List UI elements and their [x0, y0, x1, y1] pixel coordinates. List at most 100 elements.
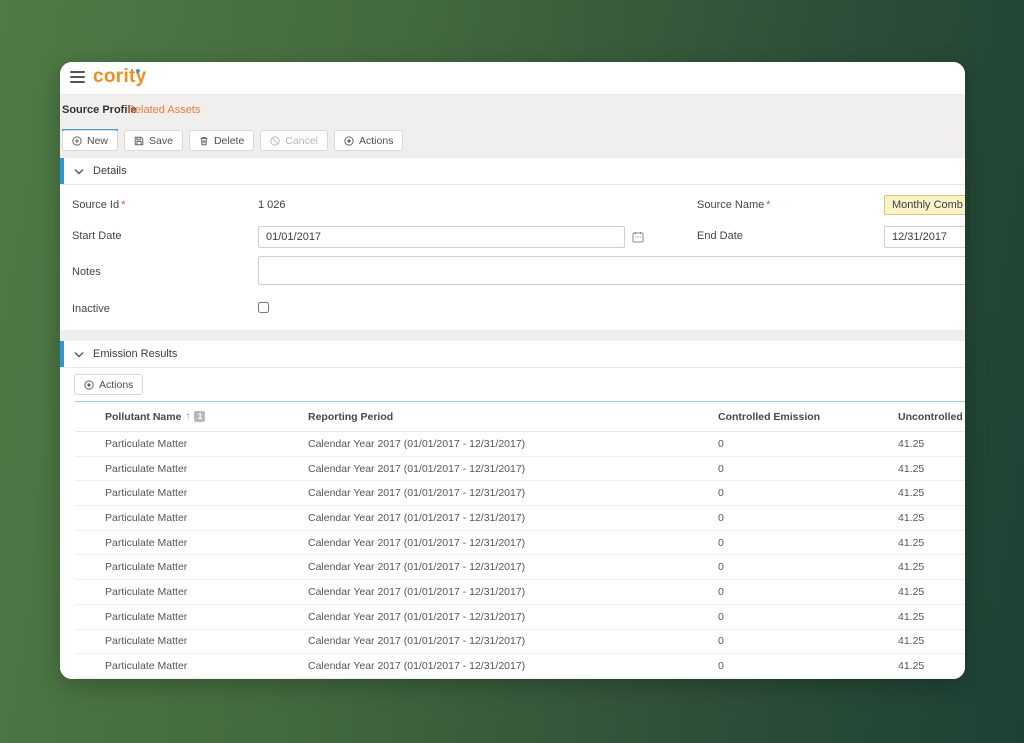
column-header-pollutant-name[interactable]: Pollutant Name ↑ 1 — [105, 411, 308, 423]
cell-controlled-emission: 0 — [718, 660, 898, 672]
actions-button[interactable]: Actions — [334, 130, 403, 151]
cell-reporting-period: Calendar Year 2017 (01/01/2017 - 12/31/2… — [308, 586, 718, 598]
toolbar: New Save Delete Cancel Actions — [62, 130, 403, 151]
cell-pollutant-name: Particulate Matter — [105, 537, 308, 549]
cell-reporting-period: Calendar Year 2017 (01/01/2017 - 12/31/2… — [308, 537, 718, 549]
app-window: cority Source Profile Related Assets New… — [60, 62, 965, 679]
cell-pollutant-name: Particulate Matter — [105, 561, 308, 573]
cell-uncontrolled-emission: 41.25 — [898, 438, 965, 450]
cell-reporting-period: Calendar Year 2017 (01/01/2017 - 12/31/2… — [308, 660, 718, 672]
table-row[interactable]: Particulate Matter Calendar Year 2017 (0… — [75, 506, 965, 531]
cell-pollutant-name: Particulate Matter — [105, 611, 308, 623]
details-section-header[interactable]: Details — [60, 158, 965, 185]
table-row[interactable]: Particulate Matter Calendar Year 2017 (0… — [75, 580, 965, 605]
dot-circle-icon — [344, 136, 354, 146]
table-row[interactable]: Particulate Matter Calendar Year 2017 (0… — [75, 555, 965, 580]
cell-controlled-emission: 0 — [718, 512, 898, 524]
emission-table-header: Pollutant Name ↑ 1 Reporting Period Cont… — [75, 402, 965, 432]
emission-actions-button-label: Actions — [99, 379, 133, 391]
cell-pollutant-name: Particulate Matter — [105, 487, 308, 499]
required-marker: * — [121, 199, 125, 211]
inactive-checkbox[interactable] — [258, 302, 269, 313]
emission-results-body: Actions Pollutant Name ↑ 1 Reporting Per… — [60, 368, 965, 679]
cell-controlled-emission: 0 — [718, 611, 898, 623]
notes-field[interactable] — [258, 256, 965, 285]
table-row[interactable]: Particulate Matter Calendar Year 2017 (0… — [75, 481, 965, 506]
cell-uncontrolled-emission: 41.25 — [898, 512, 965, 524]
cell-uncontrolled-emission: 41.25 — [898, 537, 965, 549]
start-date-field[interactable] — [258, 226, 625, 248]
section-accent-bar — [60, 158, 64, 184]
table-row[interactable]: Particulate Matter Calendar Year 2017 (0… — [75, 605, 965, 630]
cell-controlled-emission: 0 — [718, 438, 898, 450]
emission-table: Pollutant Name ↑ 1 Reporting Period Cont… — [75, 401, 965, 679]
emission-results-section-header[interactable]: Emission Results — [60, 341, 965, 368]
cancel-button-label: Cancel — [285, 135, 318, 147]
cell-pollutant-name: Particulate Matter — [105, 463, 308, 475]
calendar-icon[interactable] — [632, 230, 644, 248]
cell-pollutant-name: Particulate Matter — [105, 512, 308, 524]
emission-results-section-title: Emission Results — [93, 348, 177, 360]
dot-circle-icon — [84, 380, 94, 390]
tab-related-assets[interactable]: Related Assets — [127, 104, 200, 116]
table-row[interactable]: Particulate Matter Calendar Year 2017 (0… — [75, 654, 965, 679]
end-date-label: End Date — [697, 230, 743, 242]
cell-reporting-period: Calendar Year 2017 (01/01/2017 - 12/31/2… — [308, 611, 718, 623]
column-header-reporting-period[interactable]: Reporting Period — [308, 411, 718, 423]
cell-reporting-period: Calendar Year 2017 (01/01/2017 - 12/31/2… — [308, 635, 718, 647]
cancel-icon — [270, 136, 280, 146]
table-row[interactable]: Particulate Matter Calendar Year 2017 (0… — [75, 531, 965, 556]
column-header-controlled-emission[interactable]: Controlled Emission — [718, 411, 898, 423]
section-accent-bar — [60, 341, 64, 367]
cell-uncontrolled-emission: 41.25 — [898, 487, 965, 499]
emission-table-body: Particulate Matter Calendar Year 2017 (0… — [75, 432, 965, 679]
inactive-label: Inactive — [72, 303, 110, 315]
actions-button-label: Actions — [359, 135, 393, 147]
emission-actions-button[interactable]: Actions — [74, 374, 143, 395]
plus-circle-icon — [72, 136, 82, 146]
hamburger-menu-icon[interactable] — [70, 71, 85, 83]
cell-uncontrolled-emission: 41.25 — [898, 660, 965, 672]
column-header-uncontrolled-emission[interactable]: Uncontrolled Emission — [898, 411, 965, 423]
sort-asc-icon[interactable]: ↑ — [185, 411, 190, 422]
cell-uncontrolled-emission: 41.25 — [898, 635, 965, 647]
table-row[interactable]: Particulate Matter Calendar Year 2017 (0… — [75, 432, 965, 457]
trash-icon — [199, 136, 209, 146]
table-row[interactable]: Particulate Matter Calendar Year 2017 (0… — [75, 630, 965, 655]
tabs-toolbar-band: Source Profile Related Assets New Save D… — [60, 94, 965, 158]
source-name-field[interactable] — [884, 195, 965, 215]
end-date-field[interactable] — [884, 226, 965, 248]
required-marker: * — [766, 199, 770, 211]
logo-i-dot — [136, 69, 140, 73]
cancel-button[interactable]: Cancel — [260, 130, 328, 151]
app-header: cority — [60, 62, 965, 94]
source-id-value: 1 026 — [258, 199, 286, 211]
cell-reporting-period: Calendar Year 2017 (01/01/2017 - 12/31/2… — [308, 487, 718, 499]
delete-button[interactable]: Delete — [189, 130, 254, 151]
save-icon — [134, 136, 144, 146]
cell-controlled-emission: 0 — [718, 537, 898, 549]
cell-uncontrolled-emission: 41.25 — [898, 586, 965, 598]
start-date-label: Start Date — [72, 230, 122, 242]
cell-controlled-emission: 0 — [718, 463, 898, 475]
details-form: Source Id* 1 026 Source Name* Start Date… — [60, 185, 965, 330]
cell-controlled-emission: 0 — [718, 586, 898, 598]
tab-source-profile[interactable]: Source Profile — [62, 104, 137, 116]
cell-pollutant-name: Particulate Matter — [105, 586, 308, 598]
table-row[interactable]: Particulate Matter Calendar Year 2017 (0… — [75, 457, 965, 482]
save-button[interactable]: Save — [124, 130, 183, 151]
cell-pollutant-name: Particulate Matter — [105, 660, 308, 672]
notes-label: Notes — [72, 266, 101, 278]
cell-uncontrolled-emission: 41.25 — [898, 463, 965, 475]
cell-reporting-period: Calendar Year 2017 (01/01/2017 - 12/31/2… — [308, 463, 718, 475]
cell-reporting-period: Calendar Year 2017 (01/01/2017 - 12/31/2… — [308, 438, 718, 450]
cority-logo: cority — [93, 66, 147, 88]
cell-uncontrolled-emission: 41.25 — [898, 611, 965, 623]
sort-order-badge: 1 — [194, 411, 205, 422]
source-id-label: Source Id* — [72, 199, 125, 211]
chevron-down-icon[interactable] — [74, 168, 84, 175]
source-name-label: Source Name* — [697, 199, 771, 211]
chevron-down-icon[interactable] — [74, 351, 84, 358]
new-button[interactable]: New — [62, 130, 118, 151]
cell-controlled-emission: 0 — [718, 561, 898, 573]
